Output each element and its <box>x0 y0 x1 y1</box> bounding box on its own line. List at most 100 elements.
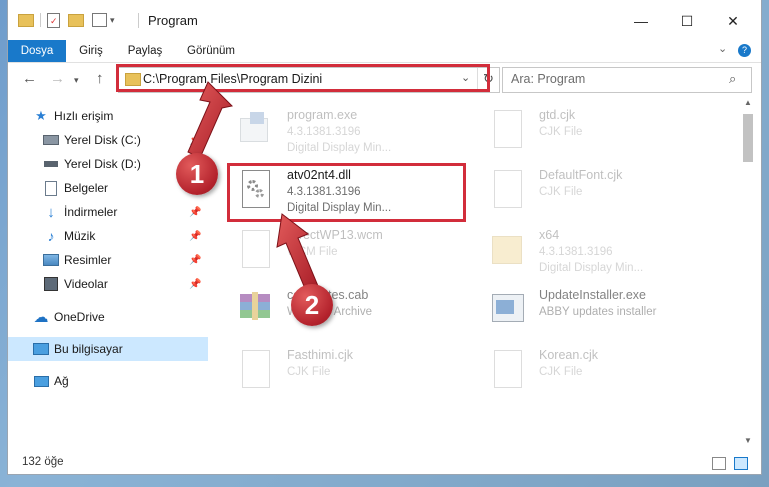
file-item[interactable]: Fasthimi.cjk CJK File <box>230 344 470 400</box>
sidebar-item-pictures[interactable]: Resimler 📌 <box>8 248 208 272</box>
file-item[interactable]: coupdates.cab WinRAR Archive <box>230 284 470 340</box>
file-description: Digital Display Min... <box>539 262 644 274</box>
navigation-pane: ★ Hızlı erişim Yerel Disk (C:) 📌 Yerel D… <box>8 96 208 453</box>
tab-view[interactable]: Görünüm <box>180 40 242 62</box>
file-version: 4.3.1381.3196 <box>539 246 613 258</box>
generic-file-icon <box>490 170 524 212</box>
file-item[interactable]: Korean.cjk CJK File <box>482 344 722 400</box>
search-icon: ⌕ <box>729 71 737 86</box>
sidebar-item-videos[interactable]: Videolar 📌 <box>8 272 208 296</box>
address-path: C:\Program Files\Program Dizini <box>143 72 323 86</box>
scroll-down-icon[interactable]: ▼ <box>744 436 752 445</box>
generic-file-icon <box>238 350 272 392</box>
ribbon-tabs: Dosya Giriş Paylaş Görünüm ⌄ ? <box>8 40 761 63</box>
sidebar-item-label: Yerel Disk (D:) <box>64 157 141 171</box>
sidebar-item-this-pc[interactable]: Bu bilgisayar <box>8 337 208 361</box>
download-icon: ↓ <box>47 203 55 221</box>
file-type: WCM File <box>287 246 338 258</box>
recent-locations-icon[interactable]: ▾ <box>74 75 79 86</box>
star-icon: ★ <box>35 108 47 123</box>
large-icons-view-icon[interactable] <box>734 457 748 470</box>
address-dropdown-icon[interactable]: ⌄ <box>461 71 470 84</box>
sidebar-item-disk-c[interactable]: Yerel Disk (C:) 📌 <box>8 128 208 152</box>
chevron-down-icon[interactable]: ▾ <box>110 15 115 26</box>
new-folder-icon[interactable] <box>68 13 84 27</box>
file-list: program.exe 4.3.1381.3196 Digital Displa… <box>222 96 740 453</box>
status-bar: 132 öğe <box>8 453 761 474</box>
sidebar-item-label: Müzik <box>64 229 96 243</box>
pin-icon[interactable]: 📌 <box>189 231 201 242</box>
file-item[interactable]: DirectWP13.wcm WCM File <box>230 224 470 280</box>
pin-icon[interactable]: 📌 <box>189 135 201 146</box>
sidebar-item-music[interactable]: ♪ Müzik 📌 <box>8 224 208 248</box>
scrollbar-thumb[interactable] <box>743 114 753 162</box>
file-version: 4.3.1381.3196 <box>287 186 361 198</box>
pin-icon[interactable]: 📌 <box>189 255 201 266</box>
scroll-up-icon[interactable]: ▲ <box>744 98 752 107</box>
item-count: 132 öğe <box>22 456 64 468</box>
file-item[interactable]: gtd.cjk CJK File <box>482 104 722 160</box>
file-name: program.exe <box>287 108 358 122</box>
view-options-icon[interactable] <box>92 13 107 27</box>
separator <box>40 13 41 27</box>
quick-access-toolbar: ✓ ▾ <box>18 10 115 30</box>
back-arrow-icon[interactable]: ← <box>22 70 37 87</box>
cloud-icon: ☁ <box>33 309 49 326</box>
file-item[interactable]: x64 4.3.1381.3196 Digital Display Min... <box>482 224 722 280</box>
generic-file-icon <box>238 230 272 272</box>
sidebar-item-label: Bu bilgisayar <box>54 342 123 356</box>
file-name: DirectWP13.wcm <box>287 228 383 242</box>
tab-share[interactable]: Paylaş <box>120 40 170 62</box>
generic-file-icon <box>490 350 524 392</box>
folder-icon[interactable] <box>18 13 34 27</box>
file-item[interactable]: program.exe 4.3.1381.3196 Digital Displa… <box>230 104 470 160</box>
file-type: CJK File <box>287 366 331 378</box>
file-item-atv02nt4-dll[interactable]: atv02nt4.dll 4.3.1381.3196 Digital Displ… <box>230 164 470 220</box>
file-item[interactable]: UpdateInstaller.exe ABBY updates install… <box>482 284 722 340</box>
file-name: gtd.cjk <box>539 108 576 122</box>
sidebar-item-label: Hızlı erişim <box>54 109 114 123</box>
file-name: Korean.cjk <box>539 348 599 362</box>
tab-file[interactable]: Dosya <box>8 40 66 62</box>
dll-gear-icon <box>238 170 272 212</box>
details-view-icon[interactable] <box>712 457 726 470</box>
file-name: UpdateInstaller.exe <box>539 288 647 302</box>
documents-icon <box>43 180 59 196</box>
title-separator <box>138 13 139 28</box>
video-icon <box>43 276 59 292</box>
properties-icon[interactable]: ✓ <box>47 12 60 28</box>
file-item[interactable]: DefaultFont.cjk CJK File <box>482 164 722 220</box>
maximize-button[interactable]: ☐ <box>664 6 710 36</box>
file-type: CJK File <box>539 126 583 138</box>
file-type: CJK File <box>539 366 583 378</box>
archive-icon <box>238 290 272 332</box>
exe-file-icon <box>238 110 272 152</box>
sidebar-item-downloads[interactable]: ↓ İndirmeler 📌 <box>8 200 208 224</box>
pin-icon[interactable]: 📌 <box>189 279 201 290</box>
tab-home[interactable]: Giriş <box>66 40 116 62</box>
pin-icon[interactable]: 📌 <box>189 207 201 218</box>
help-icon[interactable]: ? <box>738 44 751 57</box>
installer-icon <box>490 290 524 332</box>
file-description: Digital Display Min... <box>287 142 392 154</box>
sidebar-item-network[interactable]: Ağ <box>8 369 208 393</box>
address-bar[interactable]: C:\Program Files\Program Dizini ⌄ ↻ <box>118 67 500 93</box>
refresh-icon[interactable]: ↻ <box>477 68 499 90</box>
file-name: x64 <box>539 228 560 242</box>
drive-icon <box>43 132 59 148</box>
expand-ribbon-icon[interactable]: ⌄ <box>718 42 727 55</box>
file-name: DefaultFont.cjk <box>539 168 623 182</box>
close-button[interactable]: ✕ <box>710 6 756 36</box>
sidebar-item-label: Resimler <box>64 253 112 267</box>
folder-icon <box>125 73 141 86</box>
minimize-button[interactable]: — <box>618 6 664 36</box>
sidebar-item-label: Belgeler <box>64 181 109 195</box>
search-placeholder: Ara: Program <box>511 72 586 86</box>
vertical-scrollbar[interactable]: ▲ ▼ <box>740 96 757 453</box>
sidebar-item-onedrive[interactable]: ☁ OneDrive <box>8 305 208 329</box>
generic-file-icon <box>490 110 524 152</box>
up-arrow-icon[interactable]: ↑ <box>96 70 104 87</box>
forward-arrow-icon[interactable]: → <box>50 70 65 87</box>
search-box[interactable]: Ara: Program ⌕ <box>502 67 752 93</box>
sidebar-item-quick-access[interactable]: ★ Hızlı erişim <box>8 104 208 128</box>
